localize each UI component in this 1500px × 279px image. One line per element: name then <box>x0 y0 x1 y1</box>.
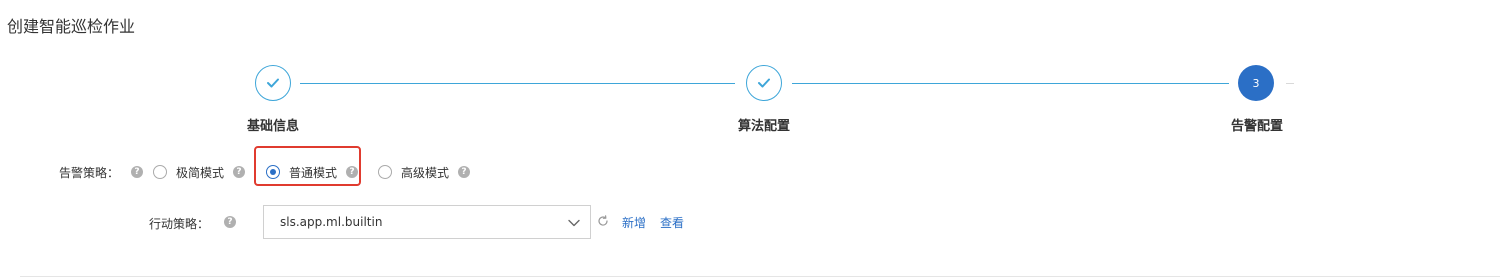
help-question-icon[interactable]: ? <box>131 166 143 178</box>
action-policy-select[interactable]: sls.app.ml.builtin <box>263 205 591 239</box>
help-question-icon[interactable]: ? <box>233 166 245 178</box>
step-connector-2 <box>792 83 1229 84</box>
step-2-label: 算法配置 <box>737 119 791 134</box>
bottom-divider <box>20 276 1500 277</box>
page-title: 创建智能巡检作业 <box>7 17 136 36</box>
radio-advanced-mode[interactable] <box>378 165 392 179</box>
step-3-number: 3 <box>1252 76 1260 90</box>
step-2-done-indicator <box>746 65 782 101</box>
action-policy-selected-value: sls.app.ml.builtin <box>280 215 383 229</box>
check-icon <box>267 78 279 88</box>
step-1-label: 基础信息 <box>246 119 300 134</box>
radio-simple-mode-label[interactable]: 极简模式 <box>176 164 224 181</box>
help-question-icon[interactable]: ? <box>346 166 358 178</box>
help-question-icon[interactable]: ? <box>224 216 236 228</box>
action-policy-label: 行动策略： <box>149 217 210 231</box>
help-question-icon[interactable]: ? <box>458 166 470 178</box>
step-3-label: 告警配置 <box>1230 119 1284 134</box>
radio-normal-mode-label[interactable]: 普通模式 <box>289 164 337 181</box>
step-1-done-indicator <box>255 65 291 101</box>
radio-normal-mode[interactable] <box>266 165 280 179</box>
step-3-current-indicator: 3 <box>1238 65 1274 101</box>
alert-policy-label: 告警策略： <box>59 166 120 180</box>
step-tail-connector <box>1286 83 1294 84</box>
radio-simple-mode[interactable] <box>153 165 167 179</box>
refresh-icon[interactable] <box>597 215 609 227</box>
check-icon <box>758 78 770 88</box>
radio-advanced-mode-label[interactable]: 高级模式 <box>401 164 449 181</box>
chevron-down-icon <box>568 219 580 227</box>
add-action-policy-link[interactable]: 新增 <box>622 214 646 231</box>
view-action-policy-link[interactable]: 查看 <box>660 214 684 231</box>
step-connector-1 <box>300 83 735 84</box>
